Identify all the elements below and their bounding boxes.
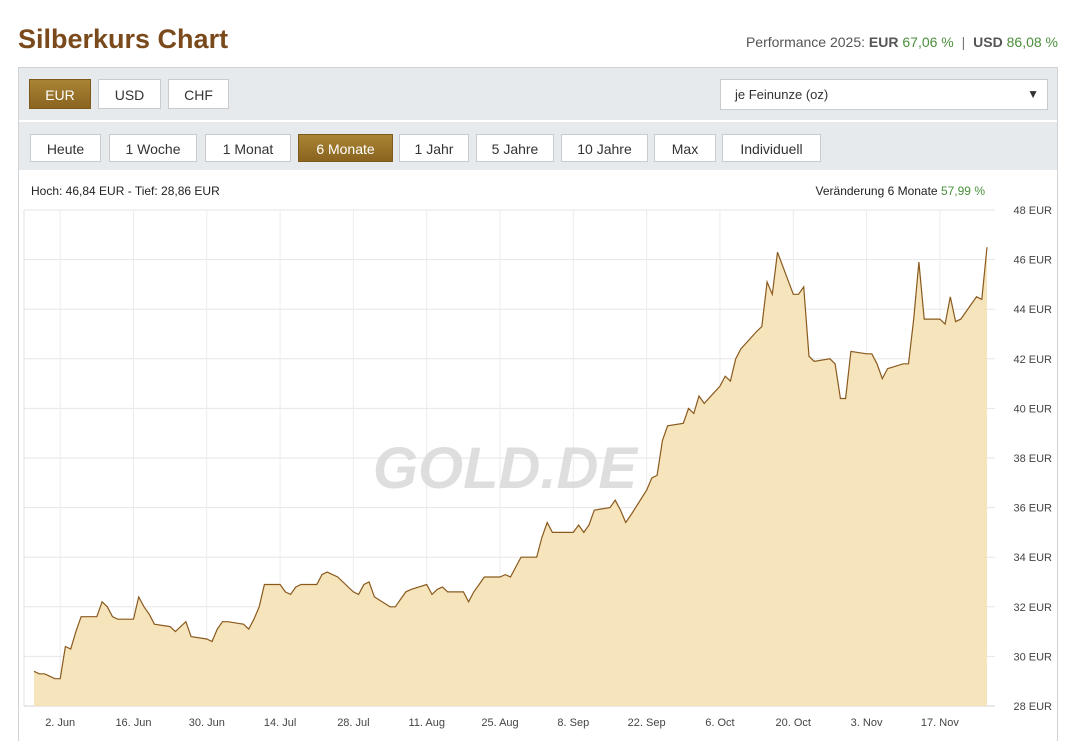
watermark-logo: GOLD.DE [373, 436, 640, 501]
y-tick-label: 38 EUR [1013, 453, 1052, 465]
y-tick-label: 34 EUR [1013, 552, 1052, 564]
y-tick-label: 42 EUR [1013, 354, 1052, 366]
x-tick-label: 11. Aug [408, 717, 445, 729]
x-tick-label: 17. Nov [921, 717, 959, 729]
x-tick-label: 3. Nov [851, 717, 883, 729]
y-axis-ticks: 28 EUR 30 EUR 32 EUR 34 EUR 36 EUR 38 EUR 40 E… [1013, 205, 1052, 713]
x-tick-label: 20. Oct [776, 717, 811, 729]
y-tick-label: 46 EUR [1013, 255, 1052, 267]
x-tick-label: 25. Aug [481, 717, 518, 729]
y-tick-label: 40 EUR [1013, 403, 1052, 415]
x-tick-label: 16. Jun [115, 717, 151, 729]
x-tick-label: 2. Jun [45, 717, 75, 729]
silver-price-chart: GOLD.DE 28 EUR 30 EUR 32 EUR 34 EUR 36 EUR 38… [23, 205, 1052, 729]
x-tick-label: 22. Sep [628, 717, 666, 729]
x-tick-label: 6. Oct [705, 717, 734, 729]
x-tick-label: 8. Sep [557, 717, 589, 729]
x-tick-label: 14. Jul [264, 717, 296, 729]
y-tick-label: 44 EUR [1013, 304, 1052, 316]
y-tick-label: 32 EUR [1013, 602, 1052, 614]
y-tick-label: 36 EUR [1013, 503, 1052, 515]
x-tick-label: 28. Jul [337, 717, 369, 729]
y-tick-label: 28 EUR [1013, 701, 1052, 713]
x-axis-ticks: 2. Jun 16. Jun 30. Jun 14. Jul 28. Jul 11. Au… [45, 717, 959, 729]
y-tick-label: 30 EUR [1013, 651, 1052, 663]
x-tick-label: 30. Jun [189, 717, 225, 729]
y-tick-label: 48 EUR [1013, 205, 1052, 217]
